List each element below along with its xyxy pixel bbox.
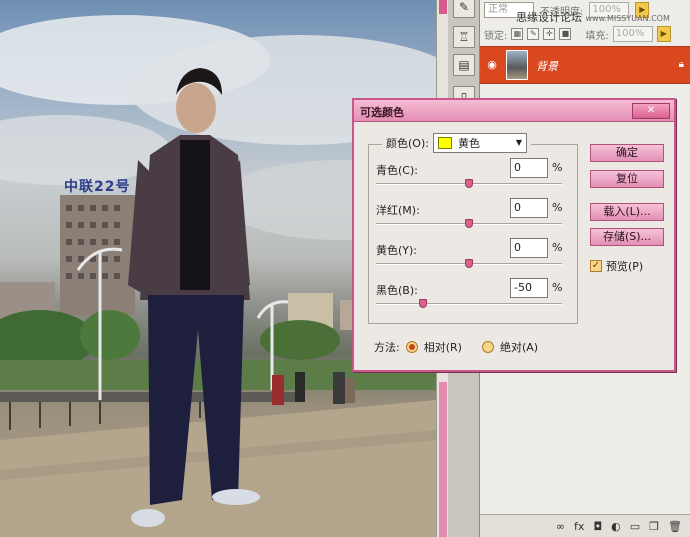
- cyan-value-field[interactable]: 0: [510, 158, 548, 178]
- method-label: 方法:: [374, 341, 400, 354]
- fill-field[interactable]: 100%: [612, 26, 653, 42]
- colors-row: 颜色(O): 黄色 ▼: [382, 133, 531, 153]
- clone-stamp-icon[interactable]: ♖: [453, 26, 475, 48]
- preview-row: ✓ 预览(P): [590, 258, 643, 274]
- preview-label[interactable]: 预览(P): [606, 258, 643, 274]
- lock-label: 锁定:: [484, 30, 508, 42]
- delete-layer-icon[interactable]: 🗑︎: [668, 520, 682, 533]
- black-value-field[interactable]: -50: [510, 278, 548, 298]
- save-button[interactable]: 存储(S)...: [590, 228, 664, 246]
- colors-label: 颜色(O):: [386, 137, 429, 150]
- absolute-radio[interactable]: [481, 341, 494, 353]
- forum-watermark: 思缘设计论坛 www.MISSYUAN.COM: [516, 9, 670, 25]
- watermark-url: www.MISSYUAN.COM: [585, 14, 670, 23]
- magenta-percent-sign: %: [552, 201, 563, 214]
- magenta-value-field[interactable]: 0: [510, 198, 548, 218]
- magenta-slider-block: 洋红(M): 0%: [376, 198, 576, 238]
- scroll-thumb-top[interactable]: [439, 0, 447, 14]
- photoshop-window: 中联22号 ✎ ♖ ▤ ▯ 正常 不透明度: 100% ▶ 思缘设计论坛 www…: [0, 0, 690, 537]
- black-label: 黑色(B):: [376, 284, 418, 297]
- absolute-label[interactable]: 绝对(A): [500, 339, 538, 355]
- layer-thumbnail: [506, 50, 528, 80]
- cyan-slider-block: 青色(C): 0%: [376, 158, 576, 198]
- dialog-titlebar[interactable]: 可选颜色 ✕: [354, 100, 674, 122]
- new-layer-icon[interactable]: ❐: [649, 520, 659, 533]
- black-slider-track[interactable]: [376, 303, 562, 305]
- cyan-slider-knob[interactable]: [465, 179, 473, 188]
- adjustment-layer-icon[interactable]: ◐: [611, 520, 621, 533]
- layers-footer: ∞ fx ◘ ◐ ▭ ❐ 🗑︎: [480, 514, 690, 537]
- yellow-percent-sign: %: [552, 241, 563, 254]
- yellow-slider-block: 黄色(Y): 0%: [376, 238, 576, 278]
- layer-name[interactable]: 背景: [536, 58, 558, 74]
- new-group-icon[interactable]: ▭: [630, 520, 640, 533]
- brush-tool-icon[interactable]: ✎: [453, 0, 475, 18]
- fill-arrow-icon[interactable]: ▶: [656, 26, 671, 42]
- relative-radio[interactable]: [405, 341, 418, 353]
- ok-button[interactable]: 确定: [590, 144, 664, 162]
- dialog-title: 可选颜色: [360, 106, 404, 119]
- watermark-text: 思缘设计论坛: [516, 11, 582, 24]
- building-sign: 中联22号: [64, 179, 131, 195]
- scroll-thumb-bottom[interactable]: [439, 382, 447, 537]
- lock-row: 锁定: ▦ ✎ ✛ ■ 填充: 100% ▶: [484, 24, 690, 44]
- visibility-eye-icon[interactable]: ◉: [484, 58, 500, 72]
- cyan-percent-sign: %: [552, 161, 563, 174]
- magenta-slider-knob[interactable]: [465, 219, 473, 228]
- lock-position-icon[interactable]: ✛: [543, 28, 556, 40]
- close-button[interactable]: ✕: [632, 103, 670, 119]
- black-percent-sign: %: [552, 281, 563, 294]
- relative-label[interactable]: 相对(R): [424, 339, 462, 355]
- cyan-label: 青色(C):: [376, 164, 418, 177]
- colors-dropdown-value: 黄色: [457, 137, 480, 150]
- layer-style-icon[interactable]: fx: [574, 520, 584, 533]
- yellow-label: 黄色(Y):: [376, 244, 418, 257]
- yellow-slider-knob[interactable]: [465, 259, 473, 268]
- link-layers-icon[interactable]: ∞: [556, 520, 565, 533]
- yellow-value-field[interactable]: 0: [510, 238, 548, 258]
- lock-transparent-icon[interactable]: ▦: [511, 28, 524, 40]
- preview-checkbox[interactable]: ✓: [590, 260, 602, 272]
- add-mask-icon[interactable]: ◘: [593, 520, 602, 533]
- selective-color-dialog: 可选颜色 ✕ 颜色(O): 黄色 ▼ 青色(C): 0% 洋红(M): 0% 黄色(Y)…: [352, 98, 676, 372]
- layer-background[interactable]: ◉ 背景 🔒︎: [480, 46, 690, 84]
- method-row: 方法: 相对(R) 绝对(A): [374, 338, 538, 356]
- history-icon[interactable]: ▤: [453, 54, 475, 76]
- dropdown-arrow-icon: ▼: [515, 138, 523, 147]
- black-slider-knob[interactable]: [418, 299, 427, 308]
- magenta-label: 洋红(M):: [376, 204, 420, 217]
- layer-lock-icon: 🔒︎: [678, 59, 684, 70]
- fill-label: 填充:: [585, 30, 609, 42]
- black-slider-block: 黑色(B): -50%: [376, 278, 576, 318]
- lock-pixels-icon[interactable]: ✎: [527, 28, 540, 40]
- load-button[interactable]: 载入(L)...: [590, 203, 664, 221]
- lock-all-icon[interactable]: ■: [559, 28, 572, 40]
- reset-button[interactable]: 复位: [590, 170, 664, 188]
- colors-dropdown[interactable]: 黄色 ▼: [432, 133, 527, 153]
- yellow-swatch: [437, 137, 452, 149]
